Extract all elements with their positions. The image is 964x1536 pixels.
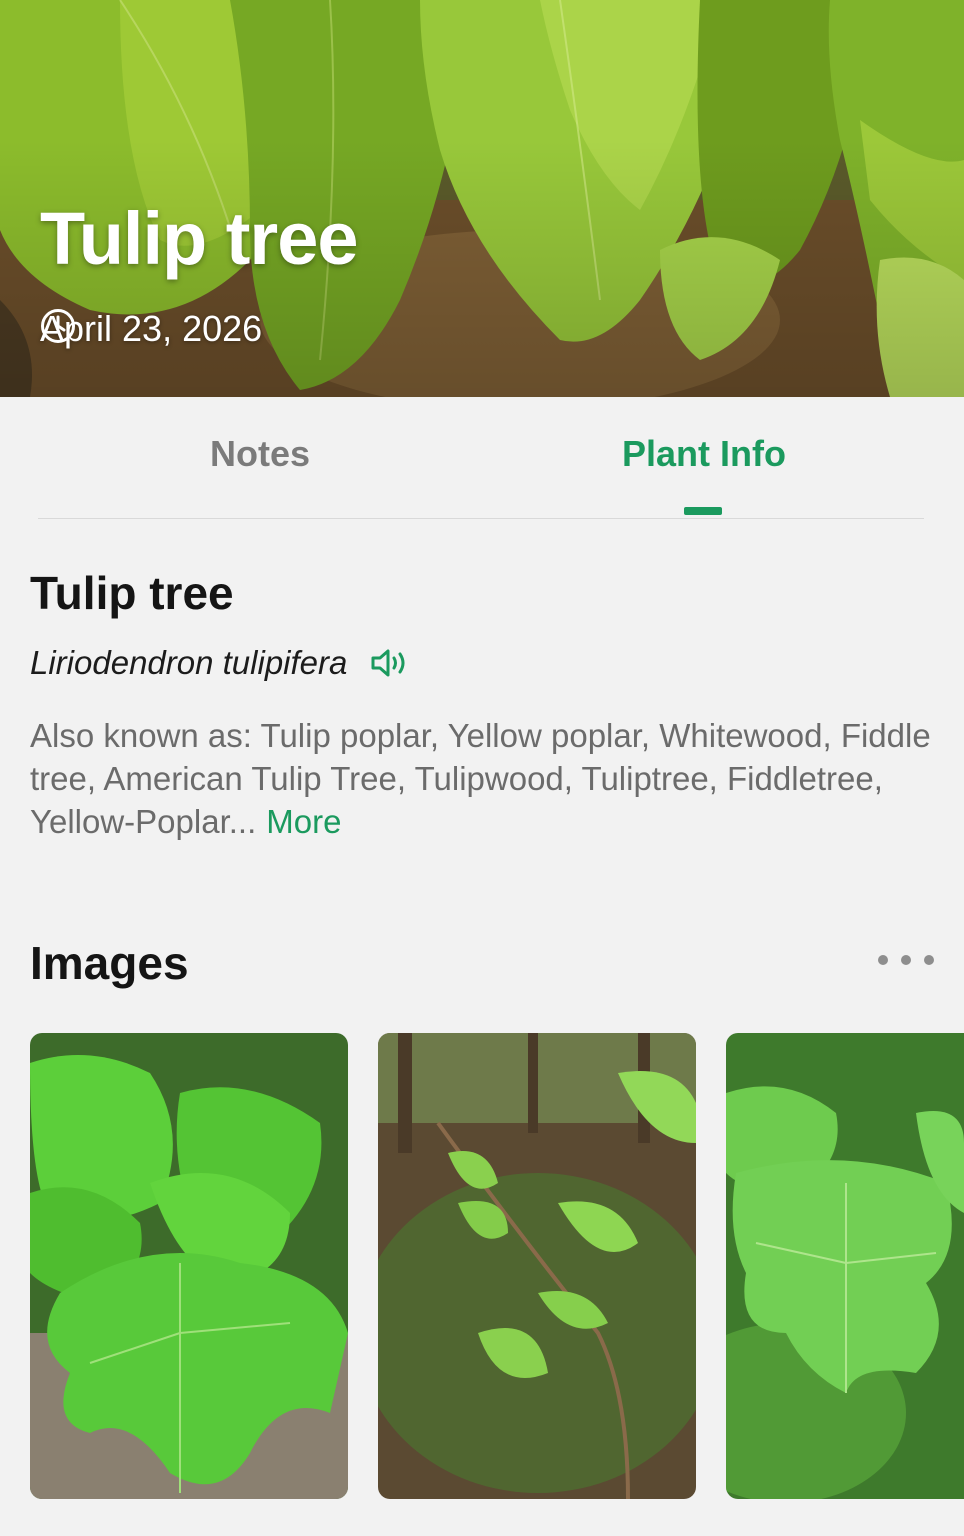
more-dots-icon[interactable] [878,952,934,968]
forest-sapling-image [378,1033,696,1499]
clock-icon [41,309,75,343]
tab-bar: Notes Plant Info [0,397,964,519]
speaker-icon[interactable] [369,646,409,680]
plant-scientific-name: Liriodendron tulipifera [30,644,348,681]
dot [924,955,934,965]
hero-date: April 23, 2026 [40,308,262,350]
image-thumbnail-1[interactable] [30,1033,348,1499]
dot [878,955,888,965]
scientific-name-row: Liriodendron tulipifera [30,644,409,682]
image-thumbnail-3[interactable] [726,1033,964,1499]
images-section-title: Images [30,937,189,989]
plant-common-name: Tulip tree [30,567,234,619]
also-known-as: Also known as: Tulip poplar, Yellow popl… [30,714,940,843]
more-link[interactable]: More [266,803,341,840]
hero-title: Tulip tree [40,197,359,280]
image-thumbnail-2[interactable] [378,1033,696,1499]
tab-notes[interactable]: Notes [20,433,500,475]
tab-plant-info[interactable]: Plant Info [464,433,944,475]
hero-photo: Tulip tree April 23, 2026 [0,0,964,397]
leaf-understory-image [726,1033,964,1499]
tab-divider [38,518,924,519]
dot [901,955,911,965]
leaves-closeup-image [30,1033,348,1499]
tab-selected-indicator [684,507,722,515]
also-known-as-text: Also known as: Tulip poplar, Yellow popl… [30,717,931,840]
